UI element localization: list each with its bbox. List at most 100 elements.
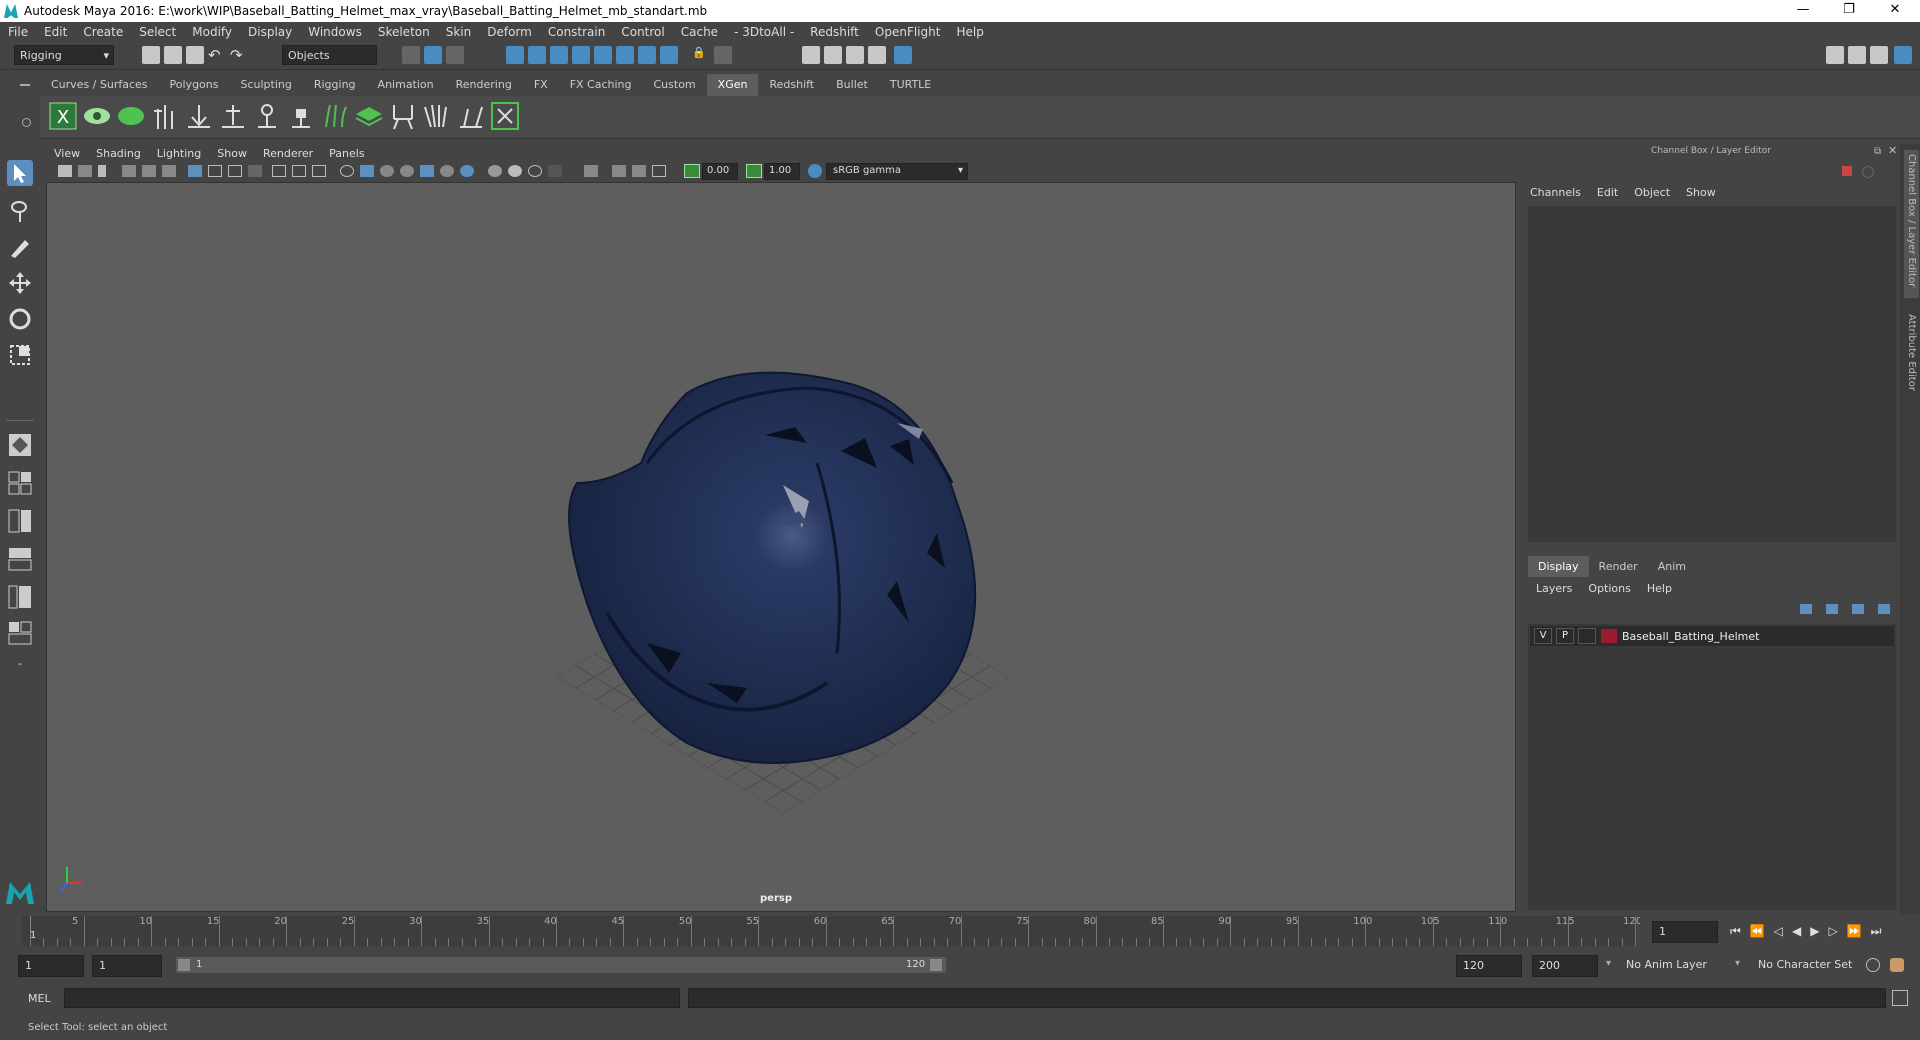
depth-of-field-icon[interactable]	[548, 165, 562, 177]
paint-select-tool-icon[interactable]	[7, 234, 33, 260]
xgen-editor-icon[interactable]: X	[48, 101, 78, 131]
side-tab-attribute-editor[interactable]: Attribute Editor	[1904, 310, 1919, 408]
new-scene-icon[interactable]	[142, 46, 160, 64]
select-hierarchy-icon[interactable]	[402, 46, 420, 64]
snap-surface-icon[interactable]	[616, 46, 634, 64]
open-scene-icon[interactable]	[164, 46, 182, 64]
layer-name[interactable]: Baseball_Batting_Helmet	[1622, 630, 1759, 643]
tab-animation[interactable]: Animation	[367, 74, 445, 96]
new-empty-layer-icon[interactable]	[1852, 604, 1864, 614]
layer-display-type-toggle[interactable]	[1578, 628, 1596, 644]
persp-graph-layout-icon[interactable]	[7, 546, 33, 572]
tab-polygons[interactable]: Polygons	[159, 74, 230, 96]
select-component-icon[interactable]	[446, 46, 464, 64]
menu-create[interactable]: Create	[75, 25, 131, 39]
select-tool-icon[interactable]	[7, 160, 33, 186]
grid-toggle-icon[interactable]	[188, 165, 202, 177]
playback-end-field[interactable]: 120	[1456, 955, 1522, 977]
film-gate-icon[interactable]	[208, 165, 222, 177]
close-button[interactable]: ✕	[1872, 0, 1918, 22]
bookmark-icon[interactable]	[98, 165, 106, 177]
rotate-tool-icon[interactable]	[7, 306, 33, 332]
auto-key-icon[interactable]	[1866, 958, 1880, 972]
textured-icon[interactable]	[420, 165, 434, 177]
resolution-gate-icon[interactable]	[228, 165, 242, 177]
move-layer-up-icon[interactable]	[1800, 604, 1812, 614]
color-management-icon[interactable]	[808, 164, 822, 178]
outliner-layout-icon[interactable]	[7, 584, 33, 610]
scale-tool-icon[interactable]	[7, 342, 33, 368]
close-panel-icon[interactable]: ✕	[1888, 144, 1897, 157]
exposure-field[interactable]: 0.00	[702, 163, 738, 180]
range-slider[interactable]: 1 120	[176, 957, 946, 973]
tab-rigging[interactable]: Rigging	[303, 74, 367, 96]
xgen-layers-icon[interactable]	[354, 101, 384, 131]
move-tool-icon[interactable]	[7, 270, 33, 296]
select-object-icon[interactable]	[424, 46, 442, 64]
persp-viewport[interactable]	[46, 182, 1516, 912]
tab-custom[interactable]: Custom	[643, 74, 707, 96]
camera-attributes-icon[interactable]	[78, 165, 92, 177]
color-space-dropdown[interactable]: sRGB gamma ▾	[826, 163, 968, 180]
toolbox-more-icon[interactable]: -	[7, 654, 33, 680]
channel-box-toggle-icon[interactable]	[1894, 46, 1912, 64]
symmetry-icon[interactable]	[660, 46, 678, 64]
menu-select[interactable]: Select	[131, 25, 184, 39]
playback-start-field[interactable]: 1	[92, 955, 162, 977]
menu-help[interactable]: Help	[948, 25, 991, 39]
manipulator-display-icon[interactable]	[1862, 166, 1874, 178]
menu-cache[interactable]: Cache	[673, 25, 726, 39]
single-view-layout-icon[interactable]	[7, 432, 33, 458]
minimize-button[interactable]: —	[1780, 0, 1826, 22]
viewport-menu-show[interactable]: Show	[209, 147, 255, 160]
animation-start-field[interactable]: 1	[18, 955, 84, 977]
image-plane-icon[interactable]	[122, 165, 136, 177]
magnet-icon[interactable]	[714, 46, 732, 64]
step-back-key-icon[interactable]: ⏪	[1750, 924, 1774, 938]
tab-sculpting[interactable]: Sculpting	[229, 74, 302, 96]
layer-color-swatch[interactable]	[1601, 629, 1617, 643]
layer-tab-render[interactable]: Render	[1589, 556, 1648, 577]
selection-mode-dropdown[interactable]: Objects	[282, 45, 377, 65]
tab-fx[interactable]: FX	[523, 74, 559, 96]
xgen-groom-icon[interactable]	[388, 101, 418, 131]
anim-layer-dropdown[interactable]: No Anim Layer ▾	[1620, 955, 1742, 977]
xgen-guide-length-icon[interactable]	[252, 101, 282, 131]
render-view-icon[interactable]	[802, 46, 820, 64]
render-frame-icon[interactable]	[824, 46, 842, 64]
gate-mask-icon[interactable]	[248, 165, 262, 177]
layer-menu-layers[interactable]: Layers	[1536, 582, 1572, 595]
step-back-frame-icon[interactable]: ◁	[1774, 924, 1792, 938]
snap-view-plane-icon[interactable]	[572, 46, 590, 64]
tab-rendering[interactable]: Rendering	[445, 74, 523, 96]
xgen-add-guide-icon[interactable]	[184, 101, 214, 131]
layer-tab-display[interactable]: Display	[1528, 556, 1589, 577]
menu-openflight[interactable]: OpenFlight	[867, 25, 949, 39]
animation-end-field[interactable]: 200	[1532, 955, 1598, 977]
character-set-dropdown[interactable]: No Character Set	[1752, 955, 1866, 977]
menu-file[interactable]: File	[0, 25, 36, 39]
screen-space-ao-icon[interactable]	[488, 165, 502, 177]
xray-icon[interactable]	[400, 165, 414, 177]
menu-set-dropdown[interactable]: Rigging ▾	[14, 45, 114, 65]
menu-windows[interactable]: Windows	[300, 25, 370, 39]
float-panel-icon[interactable]: ⧉	[1874, 146, 1881, 157]
tab-curves-surfaces[interactable]: Curves / Surfaces	[40, 74, 159, 96]
use-all-lights-icon[interactable]	[440, 165, 454, 177]
snap-curve-icon[interactable]	[528, 46, 546, 64]
snap-live-icon[interactable]	[594, 46, 612, 64]
go-to-end-icon[interactable]: ⏭	[1871, 924, 1891, 938]
step-forward-key-icon[interactable]: ⏩	[1847, 924, 1871, 938]
tab-bullet[interactable]: Bullet	[825, 74, 879, 96]
render-settings-icon[interactable]	[868, 46, 886, 64]
attribute-editor-toggle-icon[interactable]	[1848, 46, 1866, 64]
menu-constrain[interactable]: Constrain	[540, 25, 614, 39]
snap-grid-icon[interactable]	[506, 46, 524, 64]
safe-title-icon[interactable]	[312, 165, 326, 177]
restore-button[interactable]: ❐	[1826, 0, 1872, 22]
undo-icon[interactable]: ↶	[208, 46, 226, 64]
redo-icon[interactable]: ↷	[230, 46, 248, 64]
viewport-scene[interactable]	[47, 183, 1515, 911]
range-start-handle[interactable]	[178, 959, 190, 971]
time-slider[interactable]: 5 10 15 20 25 30 35 40 45 50 55 60 65 70 75 80 85 90 95 100…	[22, 916, 1642, 946]
